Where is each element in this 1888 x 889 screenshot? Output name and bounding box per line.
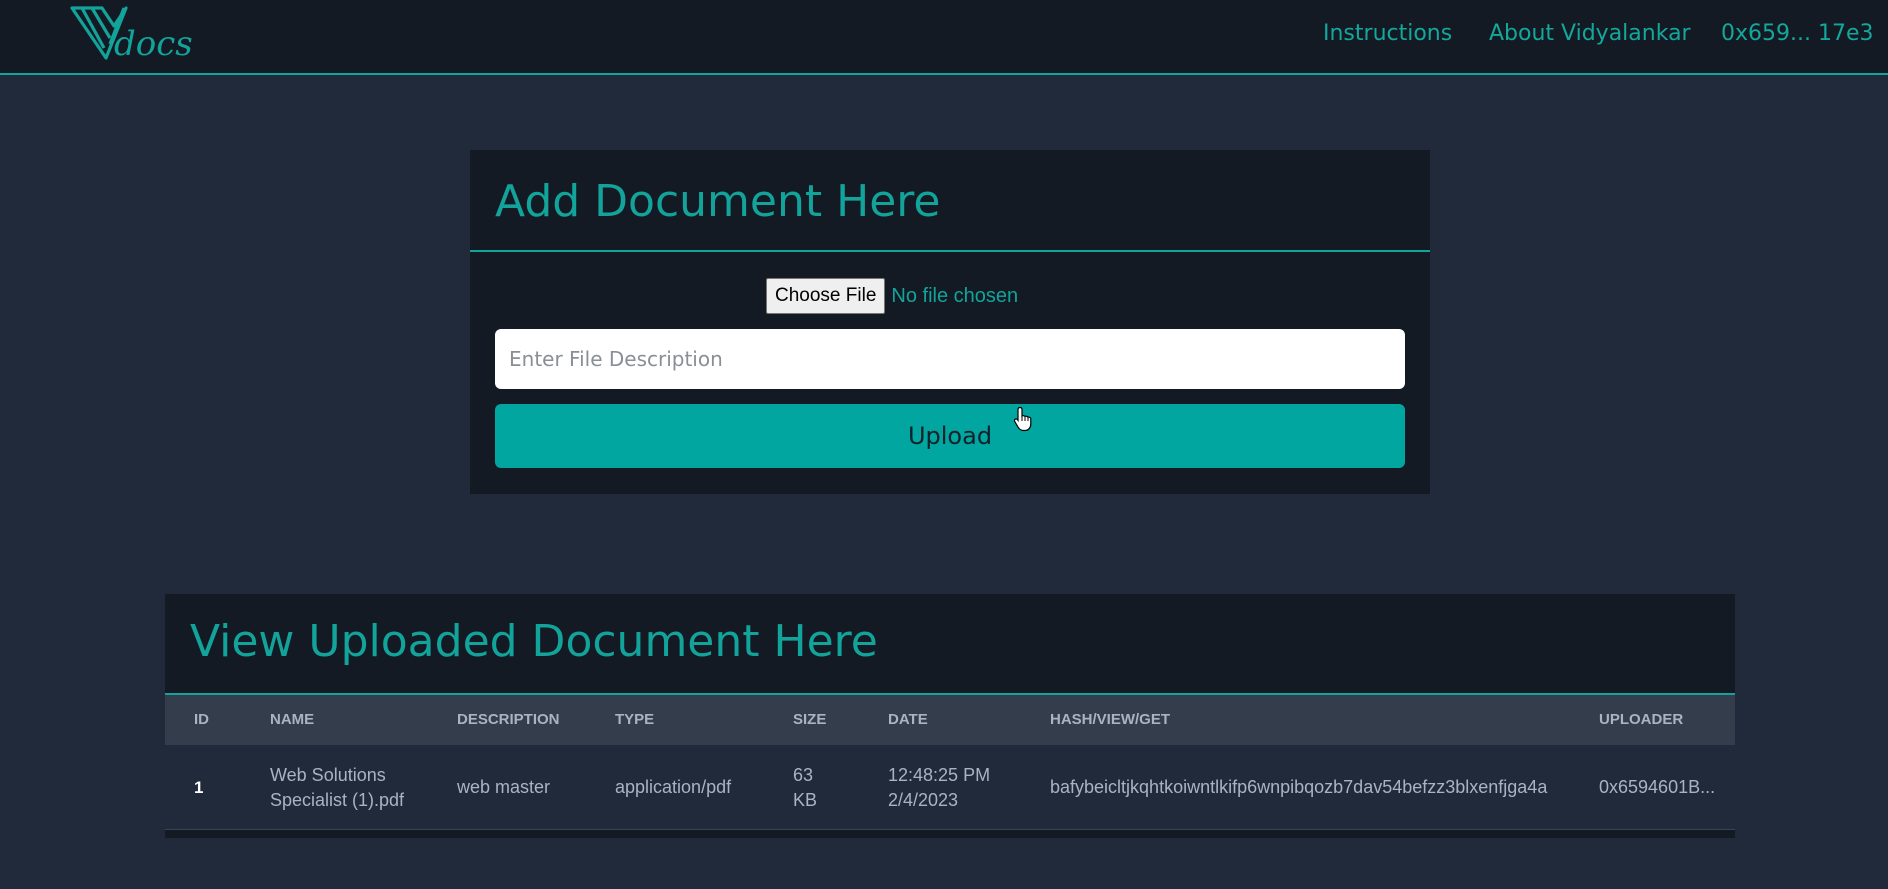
logo-text: docs (114, 24, 193, 62)
upload-date: 12:48:25 PM 2/4/2023 (888, 764, 991, 810)
account-address-link[interactable]: 0x659... 17e3 (1721, 19, 1874, 49)
file-description-input[interactable] (495, 329, 1405, 389)
uploaded-documents-card: View Uploaded Document Here ID NAME DESC… (165, 594, 1735, 838)
file-name: Web Solutions Specialist (1).pdf (270, 764, 405, 810)
add-document-card: Add Document Here Choose File No file ch… (470, 150, 1430, 494)
cell-type: application/pdf (615, 777, 732, 797)
cell-description: web master (457, 777, 551, 797)
header-size: SIZE (793, 711, 827, 728)
header-uploader: UPLOADER (1599, 711, 1684, 728)
nav-about-link[interactable]: About Vidyalankar (1489, 19, 1691, 49)
file-picker: Choose File No file chosen (766, 278, 1018, 314)
cell-size: 63 KB (793, 745, 833, 830)
table-header: ID NAME DESCRIPTION TYPE SIZE DATE HASH/… (165, 695, 1735, 745)
v-logo-icon: docs (70, 6, 193, 62)
header-hash: HASH/VIEW/GET (1050, 711, 1171, 728)
cell-uploader: 0x6594601B... (1599, 777, 1716, 797)
header-id: ID (194, 711, 209, 728)
header-name: NAME (270, 711, 315, 728)
file-size: 63 KB (793, 764, 818, 810)
nav-instructions-link[interactable]: Instructions (1323, 19, 1452, 49)
file-status-text: No file chosen (891, 284, 1019, 307)
header-description: DESCRIPTION (457, 711, 560, 728)
add-document-title: Add Document Here (495, 176, 941, 227)
table-row: 1 Web Solutions Specialist (1).pdf web m… (165, 745, 1735, 830)
hash-view-link[interactable]: bafybeicltjkqhtkoiwntlkifp6wnpibqozb7dav… (1050, 745, 1547, 830)
header-type: TYPE (615, 711, 655, 728)
cell-date: 12:48:25 PM 2/4/2023 (888, 745, 1028, 830)
hand-pointer-icon (1013, 406, 1032, 432)
choose-file-button[interactable]: Choose File (766, 278, 886, 314)
cell-id: 1 (194, 778, 204, 797)
logo[interactable]: docs (70, 2, 202, 62)
card-divider (470, 250, 1430, 252)
upload-button[interactable]: Upload (495, 404, 1405, 468)
cell-name: Web Solutions Specialist (1).pdf (270, 745, 440, 830)
uploaded-documents-title: View Uploaded Document Here (190, 616, 878, 667)
navbar: docs Instructions About Vidyalankar 0x65… (0, 0, 1888, 75)
header-date: DATE (888, 711, 928, 728)
